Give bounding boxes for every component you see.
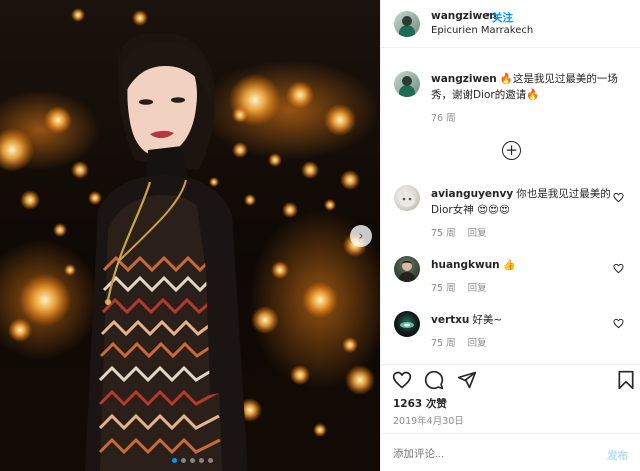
person-avatar-icon <box>398 261 416 282</box>
chevron-right-icon: › <box>358 228 364 244</box>
comment-text: huangkwun 👍 <box>431 257 621 273</box>
post-photo[interactable]: › <box>0 0 380 471</box>
follow-button[interactable]: 关注 <box>492 10 513 25</box>
comment-body: 好美~ <box>472 314 503 326</box>
commenter-avatar[interactable] <box>394 256 420 282</box>
carousel-dots <box>172 458 213 463</box>
reply-button[interactable]: 回复 <box>468 338 487 349</box>
carousel-dot <box>208 458 213 463</box>
commenter-avatar[interactable] <box>394 311 420 337</box>
plus-circle-icon: + <box>505 141 518 159</box>
caption-avatar[interactable] <box>394 71 420 97</box>
action-bar <box>381 364 640 392</box>
heart-icon[interactable] <box>392 370 412 390</box>
comment-meta: 75 周 回复 <box>431 280 487 294</box>
comment-meta: 75 周 回复 <box>431 335 487 349</box>
paper-plane-icon[interactable] <box>457 370 477 390</box>
comment-input[interactable] <box>393 448 528 460</box>
reply-button[interactable]: 回复 <box>468 228 487 239</box>
load-more-comments-button[interactable]: + <box>502 141 521 160</box>
carousel-dot <box>199 458 204 463</box>
likes-count[interactable]: 1263 次赞 <box>393 396 447 411</box>
header-separator: • <box>485 10 491 21</box>
caption-username[interactable]: wangziwen <box>431 73 497 85</box>
comment-item: huangkwun 👍 75 周 回复 <box>381 256 640 304</box>
carousel-dot <box>181 458 186 463</box>
cat-avatar-icon <box>399 190 415 207</box>
comment-like-heart-icon[interactable] <box>613 318 624 329</box>
comment-username[interactable]: avianguyenvy <box>431 188 513 200</box>
post-details-panel: wangziwen • 关注 Epicurien Marrakech wangz… <box>380 0 640 471</box>
reply-button[interactable]: 回复 <box>468 283 487 294</box>
comment-username[interactable]: huangkwun <box>431 259 500 271</box>
bookmark-icon[interactable] <box>617 370 635 390</box>
next-photo-button[interactable]: › <box>350 225 372 247</box>
glow-avatar-icon <box>400 322 414 328</box>
comment-meta: 75 周 回复 <box>431 225 487 239</box>
carousel-dot <box>172 458 177 463</box>
carousel-dot <box>190 458 195 463</box>
post-comment-button[interactable]: 发布 <box>607 448 628 463</box>
comment-body: 👍 <box>502 259 516 271</box>
commenter-avatar[interactable] <box>394 185 420 211</box>
comment-time[interactable]: 75 周 <box>431 228 456 239</box>
comment-icon[interactable] <box>424 370 444 390</box>
comment-item: vertxu 好美~ 75 周 回复 <box>381 311 640 359</box>
comment-text: vertxu 好美~ <box>431 312 621 328</box>
post-image <box>0 0 380 471</box>
post-header: wangziwen • 关注 Epicurien Marrakech <box>381 0 640 48</box>
comment-time[interactable]: 75 周 <box>431 283 456 294</box>
comment-text: avianguyenvy 你也是我见过最美的Dior女神 😍😍😍 <box>431 186 621 218</box>
add-comment-bar: 发布 <box>381 433 640 471</box>
comment-time[interactable]: 75 周 <box>431 338 456 349</box>
comment-like-heart-icon[interactable] <box>613 192 624 203</box>
caption-time[interactable]: 76 周 <box>431 110 456 124</box>
comment-username[interactable]: vertxu <box>431 314 469 326</box>
location-link[interactable]: Epicurien Marrakech <box>431 25 533 36</box>
post-date[interactable]: 2019年4月30日 <box>393 413 464 427</box>
caption-text: wangziwen 🔥这是我见过最美的一场秀，谢谢Dior的邀请🔥 <box>431 71 633 103</box>
avatar[interactable] <box>394 11 420 37</box>
comment-like-heart-icon[interactable] <box>613 263 624 274</box>
comment-item: avianguyenvy 你也是我见过最美的Dior女神 😍😍😍 75 周 回复 <box>381 185 640 239</box>
